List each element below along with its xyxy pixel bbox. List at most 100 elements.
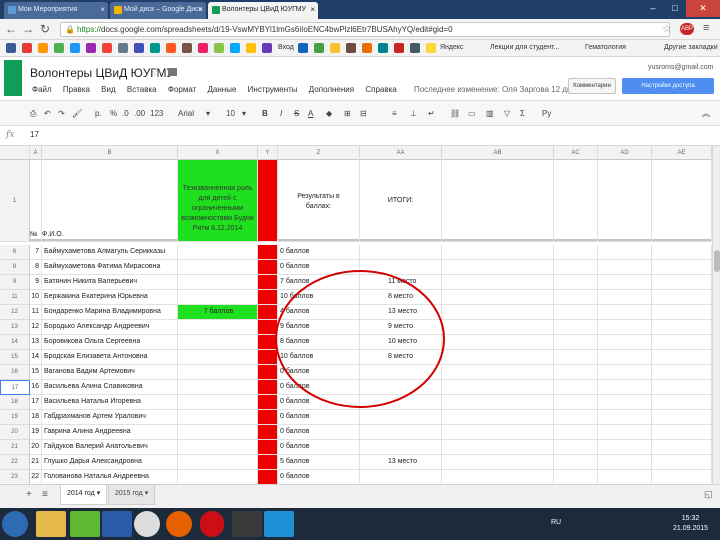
- number-cell[interactable]: 19: [30, 425, 42, 440]
- empty-cell[interactable]: [442, 395, 554, 410]
- column-header[interactable]: X: [178, 146, 258, 160]
- name-cell[interactable]: Гайдуков Валерий Анатольевич: [42, 440, 178, 455]
- decrease-decimal-button[interactable]: .0: [122, 108, 129, 119]
- empty-cell[interactable]: [442, 350, 554, 365]
- empty-cell[interactable]: [652, 245, 712, 260]
- share-button[interactable]: Настройки доступа: [622, 78, 714, 94]
- bookmark-link[interactable]: Яндекс: [440, 42, 464, 54]
- number-cell[interactable]: 18: [30, 410, 42, 425]
- red-separator-cell[interactable]: [258, 470, 278, 484]
- browser-tab[interactable]: Мои Мероприятия ×: [4, 2, 108, 19]
- bookmark-folder[interactable]: Другие закладки: [664, 42, 718, 54]
- event-cell[interactable]: [178, 290, 258, 305]
- header-event-cell[interactable]: Тезизванненная роль для детей с ограниче…: [178, 160, 258, 242]
- event-cell[interactable]: [178, 365, 258, 380]
- empty-cell[interactable]: [598, 365, 652, 380]
- empty-cell[interactable]: [652, 320, 712, 335]
- place-cell[interactable]: [360, 425, 442, 440]
- row-number[interactable]: 23: [0, 470, 30, 484]
- event-cell[interactable]: [178, 425, 258, 440]
- system-clock[interactable]: 15:32 21.09.2015: [673, 514, 708, 534]
- number-cell[interactable]: 17: [30, 395, 42, 410]
- empty-cell[interactable]: [442, 305, 554, 320]
- bookmark-link[interactable]: Гематология: [585, 42, 626, 54]
- empty-cell[interactable]: [652, 470, 712, 484]
- event-cell[interactable]: [178, 260, 258, 275]
- sheet-list-icon[interactable]: ≡: [42, 489, 48, 500]
- bookmark-icon[interactable]: [198, 43, 208, 53]
- event-cell[interactable]: [178, 440, 258, 455]
- empty-cell[interactable]: [652, 380, 712, 395]
- empty-cell[interactable]: [598, 410, 652, 425]
- row-number[interactable]: 8: [0, 260, 30, 275]
- event-cell[interactable]: [178, 410, 258, 425]
- empty-cell[interactable]: [554, 320, 598, 335]
- number-cell[interactable]: 15: [30, 365, 42, 380]
- bookmark-icon[interactable]: [246, 43, 256, 53]
- empty-cell[interactable]: [598, 290, 652, 305]
- star-icon[interactable]: ☆: [151, 66, 161, 79]
- red-separator-cell[interactable]: [258, 160, 278, 242]
- icq-icon[interactable]: [70, 511, 100, 537]
- empty-cell[interactable]: [554, 245, 598, 260]
- event-cell[interactable]: [178, 245, 258, 260]
- empty-cell[interactable]: [442, 440, 554, 455]
- filter-icon[interactable]: ▽: [504, 108, 510, 119]
- percent-button[interactable]: %: [110, 108, 117, 119]
- empty-cell[interactable]: [652, 305, 712, 320]
- language-indicator[interactable]: RU: [551, 519, 561, 526]
- empty-cell[interactable]: [442, 245, 554, 260]
- number-cell[interactable]: 9: [30, 275, 42, 290]
- name-cell[interactable]: Габдрахманов Артем Уралович: [42, 410, 178, 425]
- user-email[interactable]: yusroms@gmail.com: [648, 64, 713, 71]
- name-cell[interactable]: Глушко Дарья Александровна: [42, 455, 178, 470]
- empty-cell[interactable]: [554, 160, 598, 242]
- chrome-icon[interactable]: [134, 511, 160, 537]
- row-number[interactable]: 18: [0, 395, 30, 410]
- header-results-cell[interactable]: Результаты в баллах:: [278, 160, 360, 242]
- bookmark-icon[interactable]: [394, 43, 404, 53]
- place-cell[interactable]: [360, 245, 442, 260]
- row-number[interactable]: 22: [0, 455, 30, 470]
- redo-icon[interactable]: ↷: [58, 108, 65, 119]
- minimize-icon[interactable]: –: [642, 0, 664, 17]
- name-cell[interactable]: Ваганова Вадим Артемович: [42, 365, 178, 380]
- chart-icon[interactable]: ▥: [486, 108, 494, 119]
- more-formats-button[interactable]: 123: [150, 108, 163, 119]
- bookmark-star-icon[interactable]: ☆: [662, 22, 672, 35]
- name-cell[interactable]: Баймухаметова Алмагуль Серикказы: [42, 245, 178, 260]
- name-cell[interactable]: Гаврина Алина Андреевна: [42, 425, 178, 440]
- italic-button[interactable]: I: [280, 108, 282, 119]
- empty-cell[interactable]: [598, 275, 652, 290]
- bookmark-icon[interactable]: [102, 43, 112, 53]
- header-itogi-cell[interactable]: ИТОГИ:: [360, 160, 442, 242]
- empty-cell[interactable]: [598, 350, 652, 365]
- empty-cell[interactable]: [598, 335, 652, 350]
- bookmark-icon[interactable]: [346, 43, 356, 53]
- bookmark-icon[interactable]: [70, 43, 80, 53]
- bookmark-icon[interactable]: [410, 43, 420, 53]
- bookmark-icon[interactable]: [362, 43, 372, 53]
- event-cell[interactable]: [178, 395, 258, 410]
- column-header[interactable]: AA: [360, 146, 442, 160]
- add-sheet-icon[interactable]: +: [26, 489, 32, 500]
- bookmark-icon[interactable]: [6, 43, 16, 53]
- red-separator-cell[interactable]: [258, 440, 278, 455]
- scrollbar-thumb[interactable]: [714, 250, 720, 272]
- firefox-icon[interactable]: [166, 511, 192, 537]
- vertical-scrollbar[interactable]: [712, 146, 720, 484]
- word-icon[interactable]: [102, 511, 132, 537]
- internet-explorer-icon[interactable]: [264, 511, 294, 537]
- empty-cell[interactable]: [554, 290, 598, 305]
- event-cell[interactable]: 7 баллов: [178, 305, 258, 320]
- empty-cell[interactable]: [554, 365, 598, 380]
- bookmark-icon[interactable]: [182, 43, 192, 53]
- empty-cell[interactable]: [554, 470, 598, 484]
- print-icon[interactable]: ⎙: [30, 108, 36, 119]
- name-cell[interactable]: Бондаренко Марина Владимировна: [42, 305, 178, 320]
- event-cell[interactable]: [178, 275, 258, 290]
- menu-item[interactable]: Формат: [168, 85, 196, 94]
- column-header[interactable]: AE: [652, 146, 712, 160]
- merge-cells-icon[interactable]: ⊟: [360, 108, 367, 119]
- empty-cell[interactable]: [442, 455, 554, 470]
